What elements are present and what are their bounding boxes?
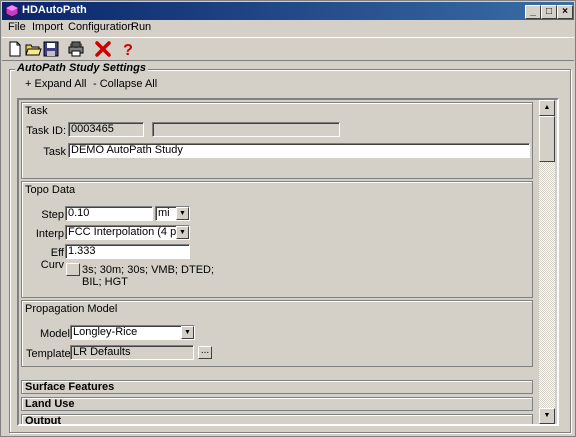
template-field: LR Defaults <box>70 345 194 360</box>
topo-formats-line1: 3s; 30m; 30s; VMB; DTED; <box>82 264 215 276</box>
chevron-down-icon[interactable]: ▼ <box>176 226 189 239</box>
task-section-header[interactable]: Task <box>25 105 48 117</box>
maximize-button[interactable]: □ <box>541 5 557 19</box>
app-icon <box>5 4 19 18</box>
topo-section-header[interactable]: Topo Data <box>25 184 75 196</box>
close-button[interactable]: × <box>557 5 573 19</box>
menu-file[interactable]: File <box>8 21 26 33</box>
menu-import[interactable]: Import <box>32 21 63 33</box>
land-use-section[interactable]: Land Use <box>21 397 533 411</box>
app-window: HDAutoPath _ □ × File Import Configurati… <box>0 0 576 437</box>
print-button[interactable] <box>67 40 85 58</box>
output-section[interactable]: Output <box>21 414 533 424</box>
eff-curv-field[interactable]: 1.333 <box>65 244 190 259</box>
surface-features-section[interactable]: Surface Features <box>21 380 533 394</box>
vertical-scrollbar[interactable]: ▲ ▼ <box>539 100 555 424</box>
open-folder-icon <box>25 44 42 56</box>
propagation-model-section: Propagation Model Model Longley-Rice ▼ T… <box>21 300 533 367</box>
menu-bar: File Import Configuration Run <box>2 20 574 36</box>
step-label: Step <box>41 209 64 221</box>
topo-formats-line2: BIL; HGT <box>82 276 128 288</box>
task-id-label: Task ID: <box>26 125 66 137</box>
template-browse-button[interactable]: ... <box>198 346 212 359</box>
topo-formats-button[interactable] <box>66 263 80 276</box>
help-button[interactable]: ? <box>119 40 137 59</box>
task-name-field[interactable]: DEMO AutoPath Study <box>68 143 530 158</box>
model-label: Model <box>40 328 70 340</box>
title-bar[interactable]: HDAutoPath _ □ × <box>2 2 574 20</box>
menu-run[interactable]: Run <box>131 21 151 33</box>
toolbar: ? <box>2 37 574 61</box>
model-value: Longley-Rice <box>73 326 138 338</box>
task-secondary-field <box>152 122 340 137</box>
maximize-icon: □ <box>545 6 553 17</box>
task-section: Task Task ID: 0003465 Task DEMO AutoPath… <box>21 102 533 179</box>
minimize-button[interactable]: _ <box>525 5 541 19</box>
step-unit-select[interactable]: mi ▼ <box>155 206 190 221</box>
step-unit-value: mi <box>158 207 170 219</box>
svg-text:?: ? <box>123 42 133 58</box>
interp-value: FCC Interpolation (4 points) <box>68 226 190 238</box>
open-button[interactable] <box>24 40 42 58</box>
arrow-up-icon: ▲ <box>543 104 551 111</box>
help-question-icon: ? <box>123 42 133 59</box>
topo-data-section: Topo Data Step 0.10 mi ▼ Interp FCC Inte… <box>21 181 533 298</box>
save-button[interactable] <box>42 40 60 58</box>
chevron-down-icon[interactable]: ▼ <box>176 207 189 220</box>
collapse-all-button[interactable]: - Collapse All <box>93 78 157 90</box>
task-id-field: 0003465 <box>68 122 144 137</box>
scroll-down-button[interactable]: ▼ <box>539 408 555 424</box>
propagation-section-header[interactable]: Propagation Model <box>25 303 117 315</box>
save-disk-icon <box>43 41 59 57</box>
print-icon <box>68 41 84 57</box>
new-document-button[interactable] <box>6 40 24 58</box>
new-document-icon <box>9 41 21 57</box>
eff-curv-label: Eff Curv <box>40 247 64 271</box>
step-field[interactable]: 0.10 <box>65 206 153 221</box>
settings-scroll-pane[interactable]: Task Task ID: 0003465 Task DEMO AutoPath… <box>17 98 559 426</box>
model-select[interactable]: Longley-Rice ▼ <box>70 325 195 340</box>
expand-all-button[interactable]: + Expand All <box>25 78 86 90</box>
group-title: AutoPath Study Settings <box>15 62 148 74</box>
task-name-label: Task <box>43 146 66 158</box>
interp-label: Interp <box>35 228 64 240</box>
chevron-down-icon[interactable]: ▼ <box>181 326 194 339</box>
delete-x-icon <box>95 41 111 57</box>
arrow-down-icon: ▼ <box>543 412 551 419</box>
delete-button[interactable] <box>94 40 112 58</box>
menu-configuration[interactable]: Configuration <box>68 21 133 33</box>
minimize-icon: _ <box>530 6 536 17</box>
template-label: Template <box>26 348 71 360</box>
window-title: HDAutoPath <box>22 4 87 16</box>
close-icon: × <box>562 6 568 17</box>
interp-select[interactable]: FCC Interpolation (4 points) ▼ <box>65 225 190 240</box>
scroll-thumb[interactable] <box>539 116 555 162</box>
scroll-up-button[interactable]: ▲ <box>539 100 555 116</box>
